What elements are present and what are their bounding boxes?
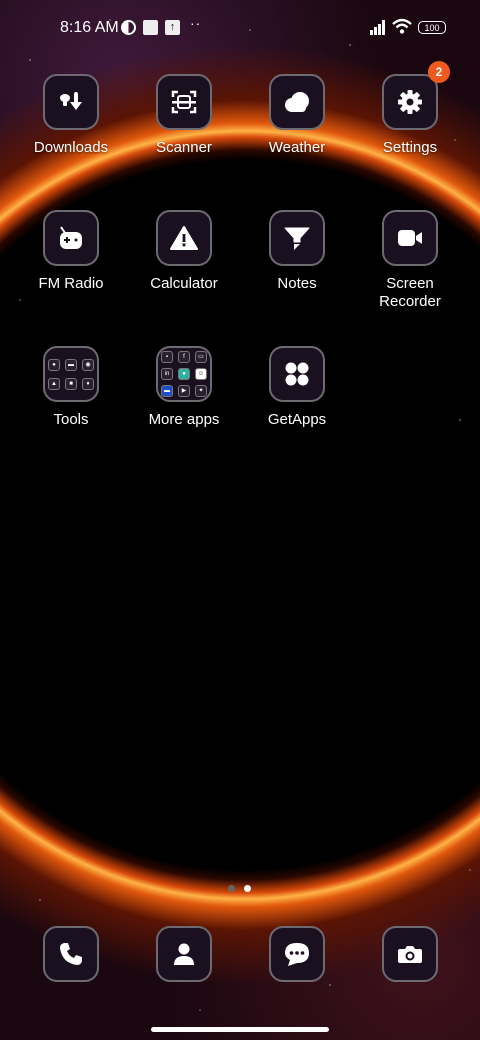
app-settings[interactable]: 2 Settings: [355, 61, 465, 157]
app-tile[interactable]: [43, 926, 99, 982]
dock-phone[interactable]: [36, 926, 106, 982]
page-dot-active[interactable]: [244, 885, 251, 892]
app-tile[interactable]: [269, 74, 325, 130]
calculator-icon: [170, 226, 198, 250]
upload-notification-icon: ↑: [165, 20, 180, 35]
status-time: 8:16 AM: [60, 19, 119, 36]
folder-icon: ▪ f ▭ in ● ☺ ▬ ▶ ✦: [161, 351, 207, 397]
dock-messages[interactable]: [262, 926, 332, 982]
signal-icon: [370, 20, 386, 35]
app-tile[interactable]: 2: [382, 61, 450, 130]
square-notification-icon: [143, 20, 158, 35]
battery-icon: 100: [418, 21, 446, 34]
folder-icon: ● ▬ ◉ ▲ ■ ♦: [48, 358, 94, 390]
video-camera-icon: [398, 230, 422, 246]
app-tile[interactable]: [382, 210, 438, 266]
scanner-icon: [171, 90, 197, 114]
page-dot[interactable]: [228, 885, 235, 892]
app-calculator[interactable]: Calculator: [129, 210, 239, 293]
app-label: Settings: [382, 139, 438, 156]
app-tile[interactable]: [156, 74, 212, 130]
app-fm-radio[interactable]: FM Radio: [16, 210, 126, 293]
app-tile[interactable]: [43, 74, 99, 130]
app-screen-recorder[interactable]: Screen Recorder: [355, 210, 465, 311]
weather-icon: [285, 92, 309, 112]
dock-camera[interactable]: [375, 926, 445, 982]
page-indicator[interactable]: [228, 879, 260, 897]
app-label: Tools: [53, 411, 89, 428]
app-label: Downloads: [33, 139, 109, 156]
app-notes[interactable]: Notes: [242, 210, 352, 293]
app-folder-more-apps[interactable]: ▪ f ▭ in ● ☺ ▬ ▶ ✦ More apps: [129, 346, 239, 429]
app-tile[interactable]: [269, 210, 325, 266]
app-label: Calculator: [150, 275, 218, 292]
app-label: Screen Recorder: [379, 275, 441, 310]
gear-icon: [398, 90, 422, 114]
app-downloads[interactable]: Downloads: [16, 74, 126, 157]
messages-icon: [285, 943, 309, 966]
app-tile[interactable]: [269, 346, 325, 402]
more-dots-icon: ··: [190, 15, 202, 31]
app-scanner[interactable]: Scanner: [129, 74, 239, 157]
app-label: Notes: [277, 275, 317, 292]
dock-contacts[interactable]: [149, 926, 219, 982]
app-tile[interactable]: [269, 926, 325, 982]
getapps-icon: [285, 362, 309, 386]
app-tile[interactable]: [156, 926, 212, 982]
phone-icon: [60, 943, 82, 965]
app-tile[interactable]: ▪ f ▭ in ● ☺ ▬ ▶ ✦: [156, 346, 212, 402]
app-folder-tools[interactable]: ● ▬ ◉ ▲ ■ ♦ Tools: [16, 346, 126, 429]
camera-icon: [398, 946, 422, 963]
gesture-navigation-bar[interactable]: [151, 1027, 329, 1032]
app-tile[interactable]: ● ▬ ◉ ▲ ■ ♦: [43, 346, 99, 402]
app-tile[interactable]: [156, 210, 212, 266]
app-weather[interactable]: Weather: [242, 74, 352, 157]
contacts-icon: [174, 943, 194, 965]
downloads-icon: [60, 92, 82, 110]
notes-icon: [284, 227, 310, 250]
radio-icon: [60, 226, 82, 249]
app-tile[interactable]: [43, 210, 99, 266]
app-label: GetApps: [267, 411, 327, 428]
app-label: Weather: [268, 139, 326, 156]
app-getapps[interactable]: GetApps: [242, 346, 352, 429]
wifi-icon: [392, 18, 412, 34]
status-bar: 8:16 AM ↑ ·· 100: [0, 0, 480, 56]
notification-badge: 2: [428, 61, 450, 83]
app-tile[interactable]: [382, 926, 438, 982]
app-label: FM Radio: [38, 275, 104, 292]
data-saver-icon: [121, 20, 136, 35]
app-label: More apps: [148, 411, 220, 428]
app-label: Scanner: [156, 139, 212, 156]
